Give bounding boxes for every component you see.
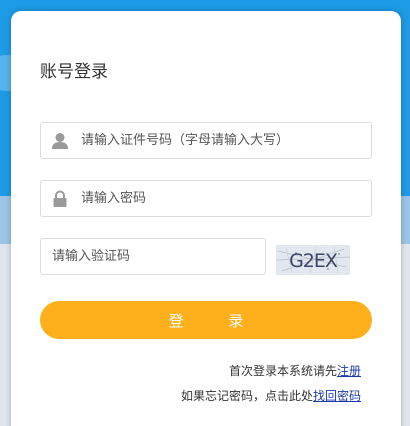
lock-icon (41, 181, 79, 216)
login-card: 账号登录 G2EX (11, 11, 401, 426)
register-prefix: 首次登录本系统请先 (228, 364, 337, 378)
password-field[interactable] (40, 180, 372, 217)
register-line: 首次登录本系统请先注册 (229, 362, 361, 379)
recover-prefix: 如果忘记密码，点击此处 (180, 389, 313, 403)
captcha-text: G2EX (289, 250, 338, 272)
captcha-field[interactable] (40, 238, 266, 275)
password-input[interactable] (81, 181, 363, 216)
user-icon (41, 123, 79, 158)
recover-line: 如果忘记密码，点击此处找回密码 (181, 387, 361, 404)
login-title: 账号登录 (40, 62, 108, 82)
register-link[interactable]: 注册 (337, 364, 361, 378)
login-button[interactable]: 登 录 (40, 301, 372, 339)
id-number-field[interactable] (40, 122, 372, 159)
captcha-image[interactable]: G2EX (276, 245, 350, 275)
id-number-input[interactable] (81, 123, 363, 158)
captcha-input[interactable] (52, 239, 257, 274)
recover-password-link[interactable]: 找回密码 (313, 389, 361, 403)
